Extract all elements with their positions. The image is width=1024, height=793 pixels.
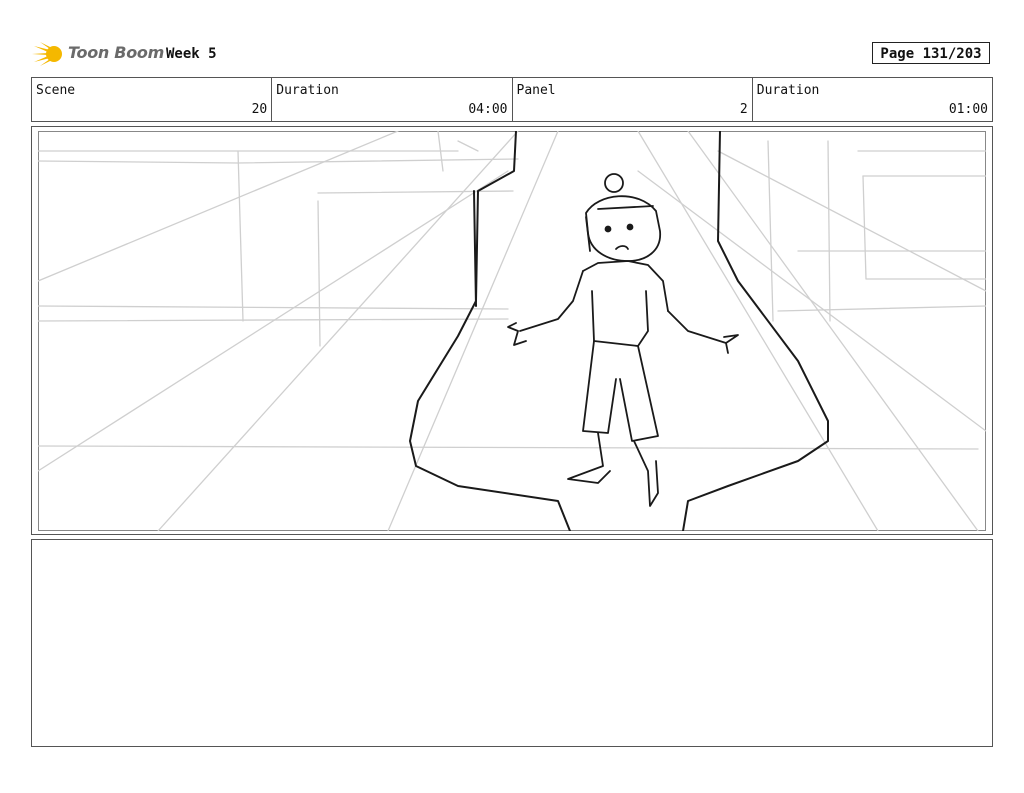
project-title: Week 5 — [166, 46, 217, 62]
background-sketch-lines — [38, 131, 986, 531]
brand-name: Toon Boom — [68, 43, 164, 62]
panel-info-row: Scene 20 Duration 04:00 Panel 2 Duration… — [31, 77, 993, 122]
scene-duration-value: 04:00 — [468, 102, 508, 117]
scene-duration-label: Duration — [276, 83, 339, 98]
scene-label: Scene — [36, 83, 76, 98]
character-sketch — [507, 173, 739, 507]
scene-cell: Scene 20 — [32, 78, 273, 121]
scene-value: 20 — [251, 102, 268, 117]
page-indicator: Page 131/203 — [872, 42, 990, 64]
panel-label: Panel — [516, 83, 556, 98]
panel-duration-label: Duration — [756, 83, 820, 98]
storyboard-sketch — [38, 131, 986, 531]
panel-value: 2 — [739, 102, 748, 117]
panel-notes-area — [31, 539, 993, 747]
panel-duration-value: 01:00 — [948, 102, 988, 117]
panel-duration-cell: Duration 01:00 — [753, 78, 992, 121]
panel-cell: Panel 2 — [513, 78, 753, 121]
scene-duration-cell: Duration 04:00 — [272, 78, 513, 121]
